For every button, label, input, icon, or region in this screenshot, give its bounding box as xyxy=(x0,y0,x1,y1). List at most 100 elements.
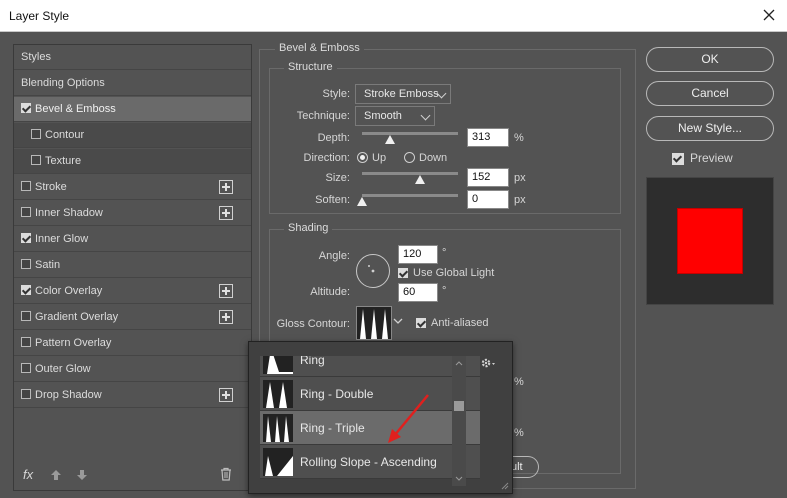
shadow-opacity-unit: % xyxy=(514,427,524,439)
style-item-label: Drop Shadow xyxy=(35,389,102,401)
style-item-label: Color Overlay xyxy=(35,285,103,297)
angle-unit: ° xyxy=(442,247,447,259)
style-item-checkbox[interactable] xyxy=(21,103,31,113)
style-item-inner-glow[interactable]: Inner Glow xyxy=(14,227,251,252)
depth-input[interactable]: 313 xyxy=(467,128,509,147)
cancel-button[interactable]: Cancel xyxy=(646,81,774,106)
technique-dropdown[interactable]: Smooth xyxy=(355,106,435,126)
style-item-satin[interactable]: Satin xyxy=(14,253,251,278)
style-item-checkbox[interactable] xyxy=(21,311,31,321)
style-item-checkbox[interactable] xyxy=(21,389,31,399)
global-light-checkbox[interactable] xyxy=(398,268,408,278)
contour-item-ring-double[interactable]: Ring - Double xyxy=(260,377,480,411)
fx-button[interactable]: fx xyxy=(23,467,33,482)
styles-list-footer: fx xyxy=(14,460,251,490)
structure-title: Structure xyxy=(284,61,337,73)
size-unit: px xyxy=(514,172,526,184)
contour-item-label: Ring - Triple xyxy=(300,421,365,435)
add-effect-icon[interactable] xyxy=(219,284,233,298)
size-input[interactable]: 152 xyxy=(467,168,509,187)
new-style-button[interactable]: New Style... xyxy=(646,116,774,141)
antialiased-checkbox[interactable] xyxy=(416,318,426,328)
gear-icon[interactable] xyxy=(480,356,498,370)
depth-slider-thumb[interactable] xyxy=(384,135,395,144)
style-item-label: Bevel & Emboss xyxy=(35,103,116,115)
technique-value: Smooth xyxy=(364,110,402,122)
trash-icon[interactable] xyxy=(220,467,232,481)
style-item-label: Blending Options xyxy=(21,77,105,89)
contour-list-scrollbar[interactable] xyxy=(452,356,466,486)
style-item-inner-shadow[interactable]: Inner Shadow xyxy=(14,201,251,226)
contour-list: Ring Ring - Double Ring - Triple Rolling Sl… xyxy=(260,356,480,486)
chevron-down-icon[interactable] xyxy=(392,315,404,327)
move-down-icon[interactable] xyxy=(76,469,88,481)
preview-checkbox[interactable] xyxy=(672,153,684,165)
style-item-checkbox[interactable] xyxy=(21,207,31,217)
size-label: Size: xyxy=(325,172,350,184)
style-item-checkbox[interactable] xyxy=(21,363,31,373)
shading-title: Shading xyxy=(284,222,333,234)
style-item-checkbox[interactable] xyxy=(21,337,31,347)
add-effect-icon[interactable] xyxy=(219,180,233,194)
style-item-color-overlay[interactable]: Color Overlay xyxy=(14,279,251,304)
soften-slider-track[interactable] xyxy=(362,194,458,197)
style-item-drop-shadow[interactable]: Drop Shadow xyxy=(14,383,251,408)
style-dropdown[interactable]: Stroke Emboss xyxy=(355,84,451,104)
depth-label: Depth: xyxy=(317,132,350,144)
style-item-checkbox[interactable] xyxy=(21,285,31,295)
preview-label: Preview xyxy=(690,151,733,165)
soften-slider-thumb[interactable] xyxy=(357,197,367,206)
style-value: Stroke Emboss xyxy=(364,88,439,100)
move-up-icon[interactable] xyxy=(50,469,62,481)
close-icon[interactable] xyxy=(761,7,777,23)
depth-slider-track[interactable] xyxy=(362,132,458,135)
soften-input[interactable]: 0 xyxy=(467,190,509,209)
add-effect-icon[interactable] xyxy=(219,310,233,324)
altitude-input[interactable]: 60 xyxy=(398,283,438,302)
title-bar: Layer Style xyxy=(0,0,787,32)
style-item-texture[interactable]: Texture xyxy=(14,149,251,174)
direction-up-radio[interactable] xyxy=(357,152,368,163)
angle-dial[interactable] xyxy=(356,254,390,288)
add-effect-icon[interactable] xyxy=(219,388,233,402)
style-item-gradient-overlay[interactable]: Gradient Overlay xyxy=(14,305,251,330)
style-item-checkbox[interactable] xyxy=(21,181,31,191)
direction-label: Direction: xyxy=(303,152,350,164)
style-item-label: Pattern Overlay xyxy=(35,337,112,349)
technique-label: Technique: xyxy=(296,110,350,122)
preview-swatch xyxy=(678,209,742,273)
style-item-checkbox[interactable] xyxy=(31,155,41,165)
ok-button[interactable]: OK xyxy=(646,47,774,72)
style-item-stroke[interactable]: Stroke xyxy=(14,175,251,200)
style-item-label: Texture xyxy=(45,155,82,167)
contour-item-label: Ring - Double xyxy=(300,387,374,401)
add-effect-icon[interactable] xyxy=(219,206,233,220)
contour-item-ring-triple[interactable]: Ring - Triple xyxy=(260,411,480,445)
style-item-checkbox[interactable] xyxy=(31,129,41,139)
size-slider-thumb[interactable] xyxy=(414,175,425,184)
contour-thumbnail xyxy=(263,414,293,442)
soften-unit: px xyxy=(514,194,526,206)
style-item-label: Outer Glow xyxy=(35,363,91,375)
style-item-label: Styles xyxy=(21,51,51,63)
bevel-emboss-title: Bevel & Emboss xyxy=(275,42,364,54)
style-item-checkbox[interactable] xyxy=(21,259,31,269)
style-item-checkbox[interactable] xyxy=(21,233,31,243)
angle-input[interactable]: 120 xyxy=(398,245,438,264)
style-item-contour[interactable]: Contour xyxy=(14,123,251,148)
style-item-pattern-overlay[interactable]: Pattern Overlay xyxy=(14,331,251,356)
direction-down-radio[interactable] xyxy=(404,152,415,163)
chevron-down-icon xyxy=(420,110,431,121)
style-item-blending-options[interactable]: Blending Options xyxy=(14,71,251,96)
gloss-contour-thumbnail[interactable] xyxy=(356,306,392,340)
style-item-styles[interactable]: Styles xyxy=(14,45,251,70)
contour-item-rolling-slope-ascending[interactable]: Rolling Slope - Ascending xyxy=(260,445,480,479)
style-item-outer-glow[interactable]: Outer Glow xyxy=(14,357,251,382)
size-slider-track[interactable] xyxy=(362,172,458,175)
contour-item-ring[interactable]: Ring xyxy=(260,356,480,377)
style-item-label: Contour xyxy=(45,129,85,141)
style-item-label: Inner Shadow xyxy=(35,207,103,219)
altitude-unit: ° xyxy=(442,285,447,297)
resize-grip-icon[interactable] xyxy=(499,480,509,490)
style-item-bevel-emboss[interactable]: Bevel & Emboss xyxy=(14,97,251,122)
